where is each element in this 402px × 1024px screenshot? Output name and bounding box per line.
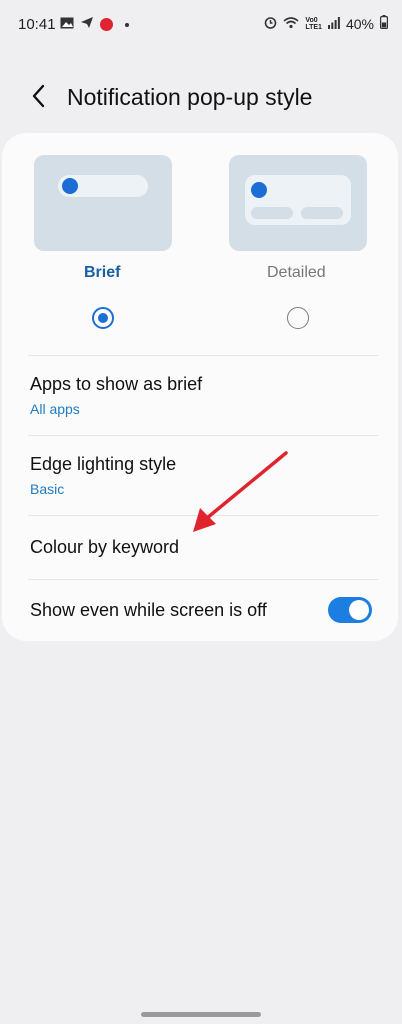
status-bar: 10:41 Vo0 LTE1 40% — [0, 0, 402, 50]
detailed-preview-button — [301, 207, 343, 219]
brief-radio[interactable] — [92, 307, 114, 329]
detailed-preview-button — [251, 207, 293, 219]
gallery-icon — [60, 17, 74, 33]
send-icon — [80, 16, 94, 33]
colour-by-keyword-title: Colour by keyword — [30, 537, 180, 557]
edge-lighting-style-title: Edge lighting style — [30, 454, 177, 474]
signal-icon — [327, 16, 340, 32]
apps-to-show-as-brief-row[interactable]: Apps to show as brief All apps — [2, 355, 398, 435]
wifi-icon — [283, 16, 299, 32]
show-while-screen-off-title: Show even while screen is off — [30, 600, 267, 620]
brief-label: Brief — [84, 264, 121, 281]
app-red-icon — [100, 18, 113, 31]
brief-style-preview[interactable] — [34, 155, 172, 251]
show-while-screen-off-toggle[interactable] — [328, 597, 372, 623]
battery-icon — [380, 15, 389, 32]
edge-lighting-style-row[interactable]: Edge lighting style Basic — [2, 435, 398, 515]
settings-card: Brief Detailed Apps to show as brief All… — [2, 133, 398, 641]
detailed-label: Detailed — [267, 264, 326, 281]
detailed-style-preview[interactable] — [229, 155, 367, 251]
alarm-icon — [264, 16, 277, 32]
volte-icon: Vo0 LTE1 — [305, 16, 322, 31]
home-gesture-bar[interactable] — [141, 1012, 261, 1017]
battery-percent: 40% — [345, 15, 374, 32]
brief-preview-dot — [62, 178, 78, 194]
detailed-radio[interactable] — [287, 307, 309, 329]
detailed-preview-dot — [251, 182, 267, 198]
apps-to-show-as-brief-value: All apps — [30, 401, 80, 417]
colour-by-keyword-row[interactable]: Colour by keyword — [2, 515, 398, 579]
back-arrow-icon[interactable] — [28, 82, 50, 110]
more-notifications-dot — [125, 22, 129, 27]
app-header: Notification pop-up style — [0, 78, 402, 118]
edge-lighting-style-value: Basic — [30, 481, 65, 497]
status-time: 10:41 — [18, 16, 56, 33]
apps-to-show-as-brief-title: Apps to show as brief — [30, 374, 203, 394]
page-title: Notification pop-up style — [67, 84, 313, 110]
